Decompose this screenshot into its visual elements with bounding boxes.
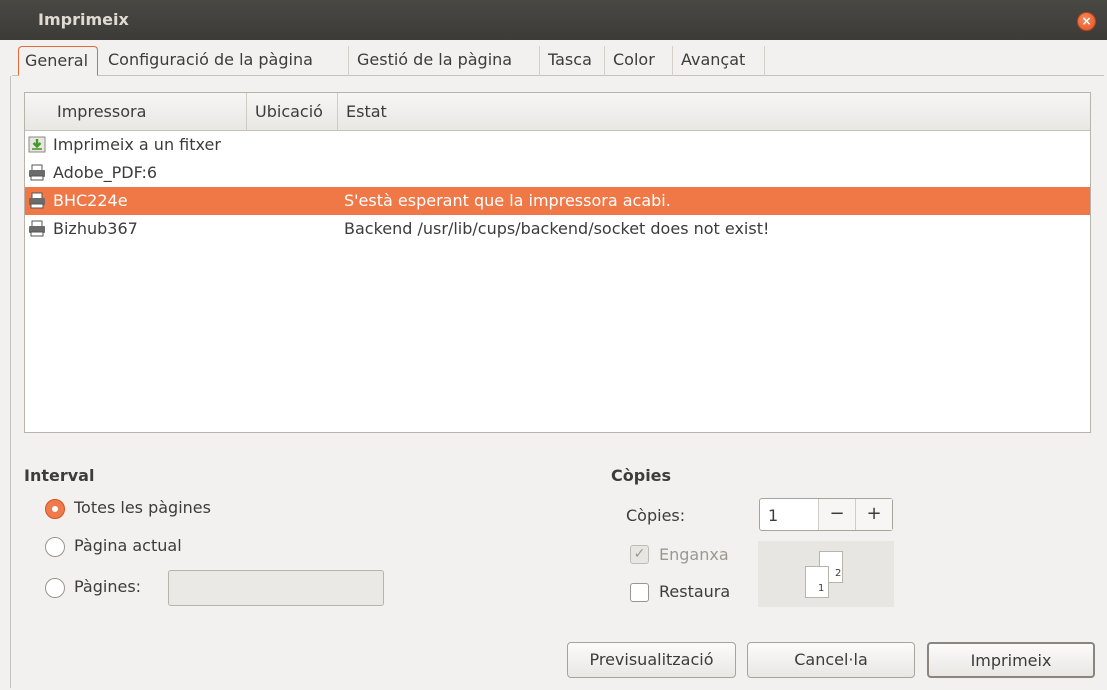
collate-label: Enganxa [659,545,729,564]
copies-stepper[interactable]: 1 − + [759,498,893,531]
tab-page-setup[interactable]: Configuració de la pàgina [102,46,349,76]
tab-general[interactable]: General [18,46,98,76]
column-header-location[interactable]: Ubicació [247,93,338,130]
printer-name: BHC224e [53,191,128,210]
printer-state: S'està esperant que la impressora acabi. [344,191,671,210]
decrement-button[interactable]: − [818,499,855,530]
sheet-number-2: 2 [835,568,842,579]
file-download-icon [28,136,46,153]
print-button[interactable]: Imprimeix [927,642,1095,678]
printer-icon [29,164,45,181]
pages-input[interactable] [168,570,384,606]
copies-value[interactable]: 1 [768,506,778,525]
range-heading: Interval [24,466,95,485]
printer-row-file[interactable]: Imprimeix a un fitxer [25,131,1090,159]
printer-state: Backend /usr/lib/cups/backend/socket doe… [344,219,770,238]
printer-icon [29,220,45,237]
printer-row-bizhub367[interactable]: Bizhub367 Backend /usr/lib/cups/backend/… [25,215,1090,243]
sheet-number-1: 1 [818,583,825,594]
column-header-state[interactable]: Estat [338,93,1090,130]
collate-checkbox[interactable]: ✓ [630,545,649,564]
window-title: Imprimeix [38,10,129,29]
printer-name: Bizhub367 [53,219,138,238]
tab-advanced[interactable]: Avançat [675,46,765,76]
increment-button[interactable]: + [855,499,892,530]
page-sheet-1: 1 [805,566,829,598]
pages-radio[interactable] [45,578,65,598]
column-header-printer[interactable]: Impressora [49,93,247,130]
tab-page-handling[interactable]: Gestió de la pàgina [351,46,540,76]
all-pages-label: Totes les pàgines [74,498,211,517]
copies-heading: Còpies [611,466,672,485]
tab-color[interactable]: Color [607,46,673,76]
printer-row-adobe-pdf[interactable]: Adobe_PDF:6 [25,159,1090,187]
all-pages-radio[interactable] [45,499,65,519]
printer-row-bhc224e[interactable]: BHC224e S'està esperant que la impressor… [25,187,1090,215]
pages-label: Pàgines: [74,577,142,596]
reverse-checkbox[interactable] [630,583,649,602]
cancel-button[interactable]: Cancel·la [747,642,915,678]
printer-list-header: Impressora Ubicació Estat [25,93,1090,131]
tab-bar: General Configuració de la pàgina Gestió… [12,44,1104,76]
copies-label: Còpies: [626,506,686,525]
collate-preview: 2 1 [758,541,894,607]
printer-name: Adobe_PDF:6 [53,163,158,182]
close-icon[interactable]: × [1077,12,1096,31]
reverse-label: Restaura [659,582,731,601]
preview-button[interactable]: Previsualització [567,642,736,678]
printer-icon [29,192,45,209]
title-bar: Imprimeix × [0,0,1107,40]
current-page-radio[interactable] [45,537,65,557]
printer-name: Imprimeix a un fitxer [53,135,221,154]
printer-list[interactable]: Impressora Ubicació Estat Imprimeix a un… [24,92,1091,433]
tab-job[interactable]: Tasca [542,46,605,76]
current-page-label: Pàgina actual [74,536,182,555]
